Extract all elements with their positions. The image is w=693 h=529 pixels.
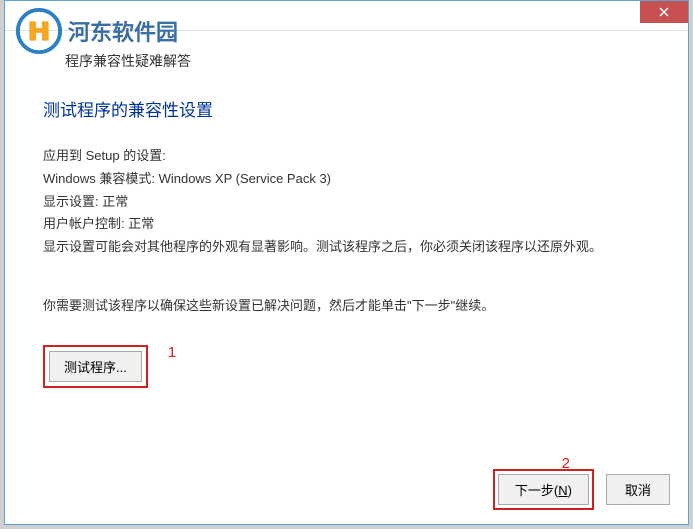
footer-buttons: 下一步(N) 取消 — [493, 469, 670, 510]
applied-to-label: 应用到 Setup 的设置: — [43, 146, 650, 167]
watermark-text: 河东软件园 — [68, 15, 178, 47]
dialog-window: 河东软件园 程序兼容性疑难解答 测试程序的兼容性设置 应用到 Setup 的设置… — [4, 0, 689, 525]
instruction-text: 你需要测试该程序以确保这些新设置已解决问题，然后才能单击"下一步"继续。 — [43, 296, 650, 317]
close-button[interactable] — [640, 1, 688, 23]
annotation-1: 1 — [168, 344, 176, 361]
test-button-highlight: 测试程序... — [43, 345, 148, 388]
test-program-button[interactable]: 测试程序... — [49, 351, 142, 382]
display-warning-text: 显示设置可能会对其他程序的外观有显著影响。测试该程序之后，你必须关闭该程序以还原… — [43, 237, 650, 258]
next-label-prefix: 下一步( — [515, 483, 558, 498]
next-label-suffix: ) — [568, 483, 572, 498]
next-label-key: N — [558, 483, 567, 498]
cancel-button[interactable]: 取消 — [606, 474, 670, 505]
compat-mode-label: Windows 兼容模式: Windows XP (Service Pack 3… — [43, 169, 650, 190]
page-heading: 测试程序的兼容性设置 — [43, 96, 650, 121]
wizard-title: 程序兼容性疑难解答 — [65, 53, 191, 69]
uac-setting-label: 用户帐户控制: 正常 — [43, 214, 650, 235]
next-button-highlight: 下一步(N) — [493, 469, 594, 510]
next-button[interactable]: 下一步(N) — [498, 474, 589, 505]
content-area: 测试程序的兼容性设置 应用到 Setup 的设置: Windows 兼容模式: … — [43, 96, 650, 388]
close-icon — [659, 7, 669, 17]
display-setting-label: 显示设置: 正常 — [43, 192, 650, 213]
watermark: 河东软件园 — [15, 7, 178, 55]
watermark-logo-icon — [15, 7, 63, 55]
